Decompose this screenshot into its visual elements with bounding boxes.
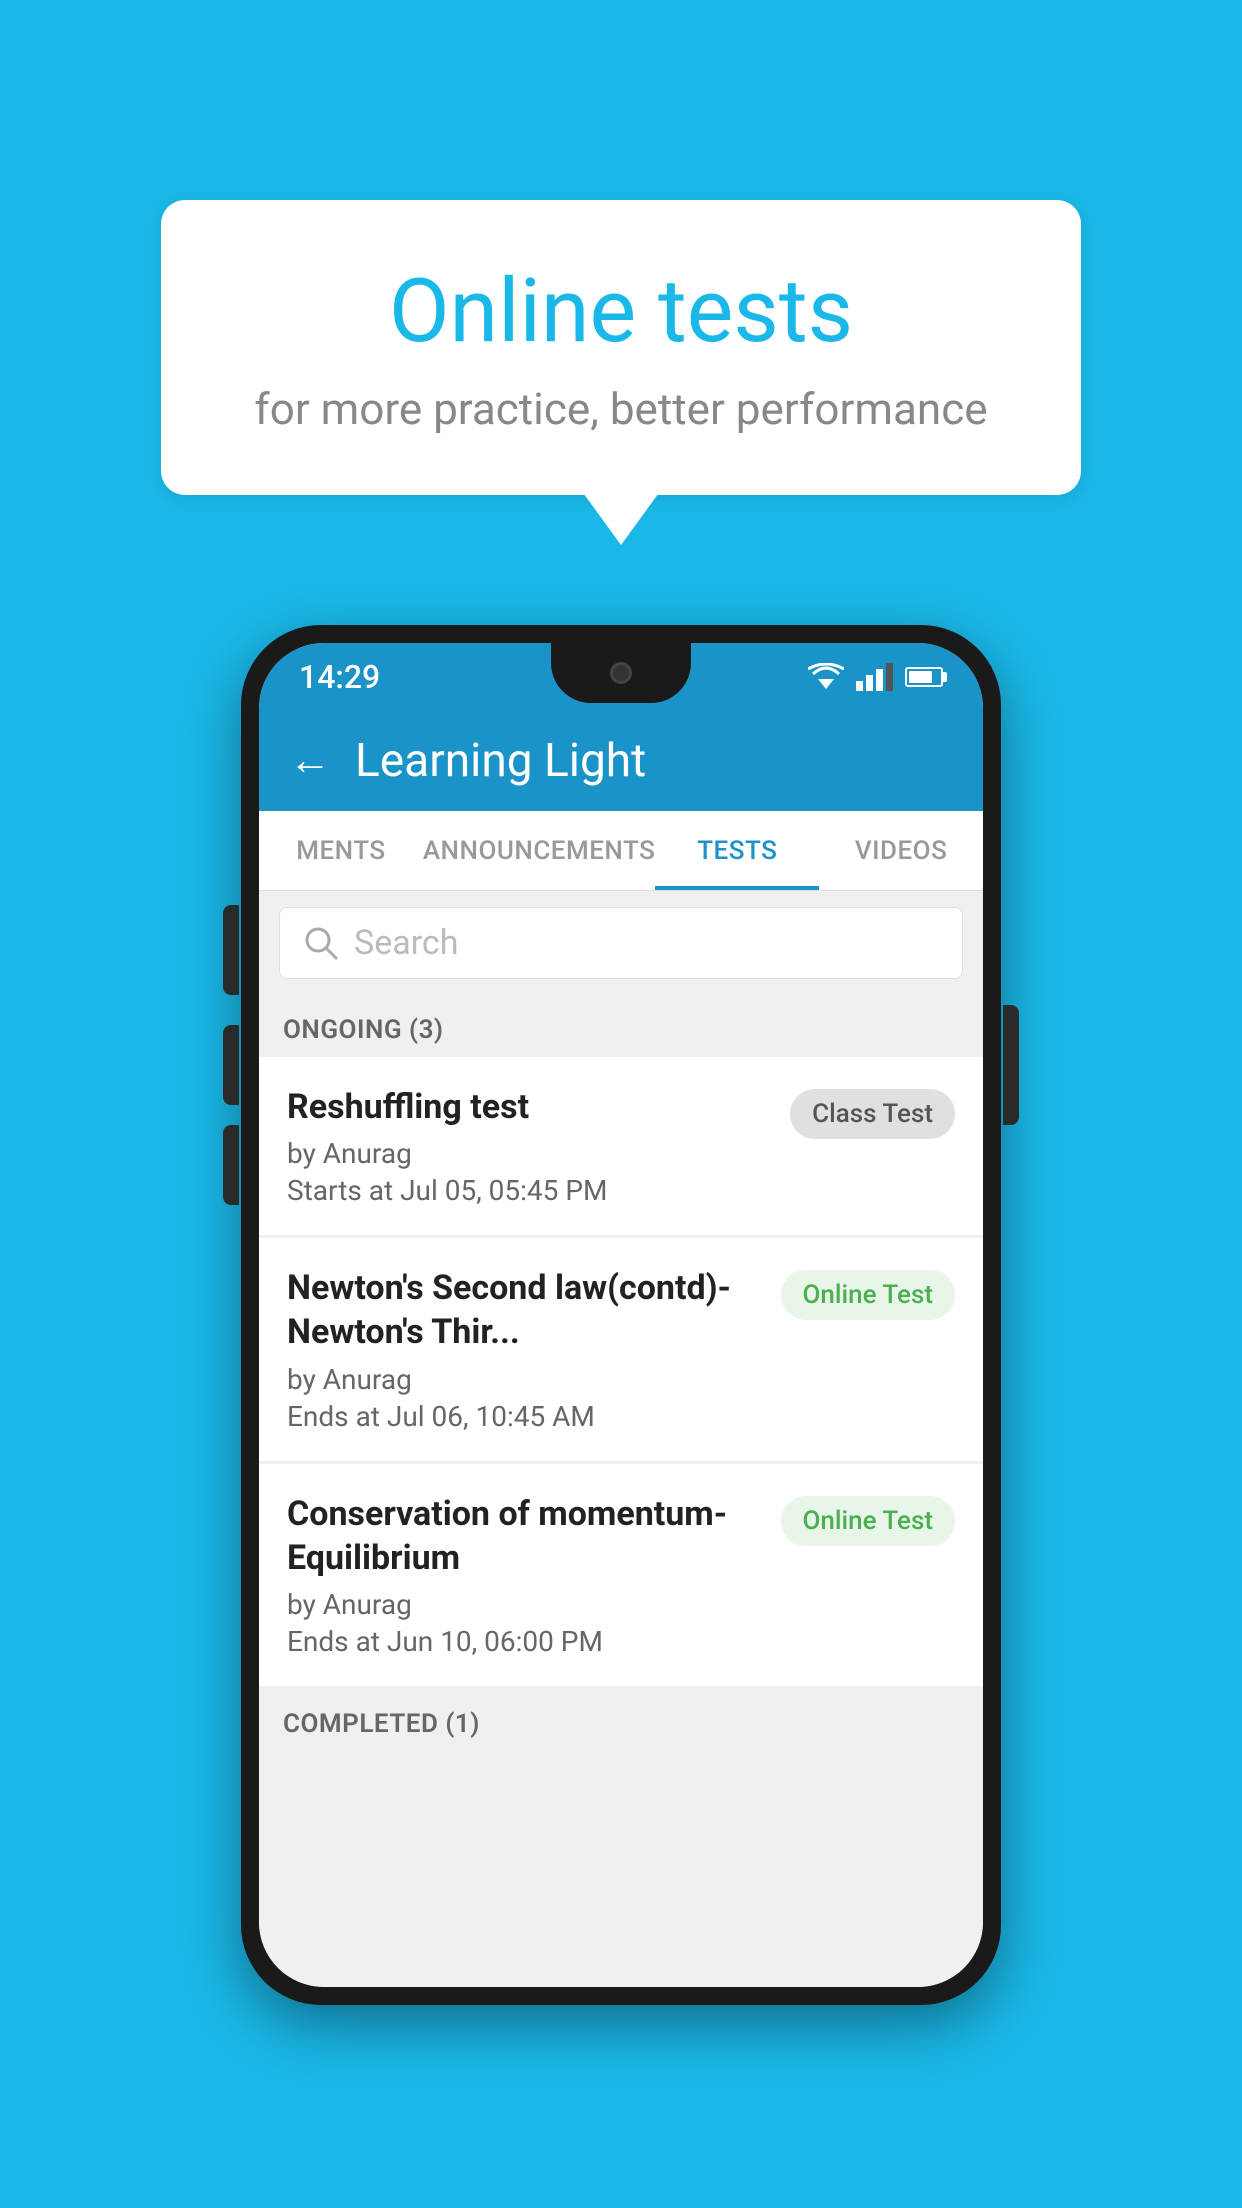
list-item[interactable]: Reshuffling test by Anurag Starts at Jul… [259, 1057, 983, 1236]
item-date: Ends at Jun 10, 06:00 PM [287, 1625, 761, 1658]
tab-announcements[interactable]: ANNOUNCEMENTS [423, 811, 656, 890]
battery-fill [909, 671, 932, 683]
list-item[interactable]: Newton's Second law(contd)-Newton's Thir… [259, 1238, 983, 1461]
status-time: 14:29 [299, 658, 380, 696]
list-item[interactable]: Conservation of momentum-Equilibrium by … [259, 1464, 983, 1687]
item-by: by Anurag [287, 1588, 761, 1621]
item-by: by Anurag [287, 1363, 761, 1396]
signal-bars [856, 663, 893, 691]
item-title: Reshuffling test [287, 1085, 770, 1129]
badge-online-test-2: Online Test [781, 1496, 956, 1546]
tab-ments[interactable]: MENTS [259, 811, 423, 890]
search-bar[interactable]: Search [279, 907, 963, 979]
phone-frame: 14:29 [241, 625, 1001, 2005]
badge-online-test: Online Test [781, 1270, 956, 1320]
app-title: Learning Light [355, 734, 646, 788]
item-date: Starts at Jul 05, 05:45 PM [287, 1174, 770, 1207]
notch [551, 643, 691, 703]
completed-section-header: COMPLETED (1) [259, 1689, 983, 1751]
item-date: Ends at Jul 06, 10:45 AM [287, 1400, 761, 1433]
item-content: Reshuffling test by Anurag Starts at Jul… [287, 1085, 770, 1207]
bubble-subtitle: for more practice, better performance [241, 383, 1001, 435]
tabs-bar: MENTS ANNOUNCEMENTS TESTS VIDEOS [259, 811, 983, 891]
app-bar: ← Learning Light [259, 711, 983, 811]
phone-screen: 14:29 [259, 643, 983, 1987]
vol-up-button [223, 1025, 239, 1105]
tab-tests[interactable]: TESTS [655, 811, 819, 890]
item-title: Newton's Second law(contd)-Newton's Thir… [287, 1266, 761, 1354]
search-placeholder: Search [354, 923, 458, 963]
search-icon [304, 926, 338, 960]
ongoing-section-header: ONGOING (3) [259, 995, 983, 1057]
bubble-title: Online tests [241, 260, 1001, 363]
item-by: by Anurag [287, 1137, 770, 1170]
tab-videos[interactable]: VIDEOS [819, 811, 983, 890]
item-content: Conservation of momentum-Equilibrium by … [287, 1492, 761, 1658]
vol-down-button [223, 1125, 239, 1205]
badge-class-test: Class Test [790, 1089, 955, 1139]
status-bar: 14:29 [259, 643, 983, 711]
battery-icon [905, 667, 943, 687]
item-title: Conservation of momentum-Equilibrium [287, 1492, 761, 1580]
status-icons [808, 663, 943, 691]
content-list: ONGOING (3) Reshuffling test by Anurag S… [259, 995, 983, 1987]
item-content: Newton's Second law(contd)-Newton's Thir… [287, 1266, 761, 1432]
search-container: Search [259, 891, 983, 995]
speech-bubble: Online tests for more practice, better p… [161, 200, 1081, 495]
power-button [1003, 1005, 1019, 1125]
camera [610, 662, 632, 684]
wifi-icon [808, 663, 844, 691]
back-button[interactable]: ← [289, 740, 331, 782]
